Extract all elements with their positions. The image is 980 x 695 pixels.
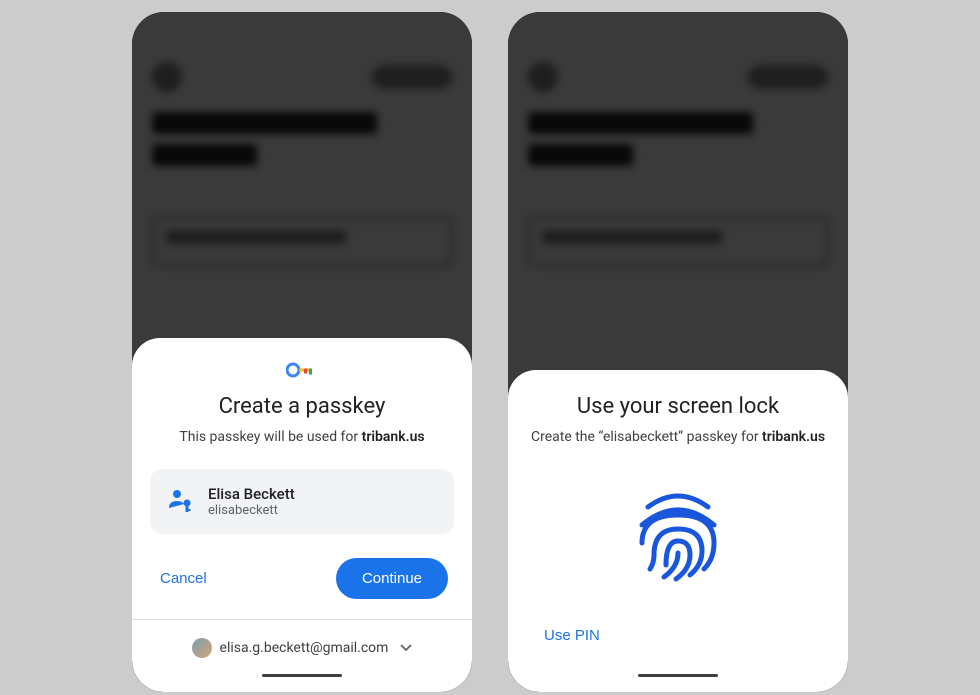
home-indicator xyxy=(638,674,718,677)
subtitle-prefix: Create the “elisabeckett” passkey for xyxy=(531,429,762,445)
passkey-logo-icon xyxy=(150,362,454,378)
screen-lock-sheet: Use your screen lock Create the “elisabe… xyxy=(508,370,848,692)
background-blurred-content xyxy=(152,32,452,266)
sheet-subtitle: Create the “elisabeckett” passkey for tr… xyxy=(526,429,830,445)
footer-account-selector[interactable]: elisa.g.beckett@gmail.com xyxy=(150,634,454,666)
sheet-title: Create a passkey xyxy=(150,394,454,419)
use-pin-row: Use PIN xyxy=(526,615,830,666)
passkey-account-icon xyxy=(166,486,194,518)
account-name: Elisa Beckett xyxy=(208,485,295,503)
cancel-button[interactable]: Cancel xyxy=(156,562,211,595)
footer-email: elisa.g.beckett@gmail.com xyxy=(220,640,389,656)
home-indicator xyxy=(262,674,342,677)
footer-divider xyxy=(132,619,472,620)
account-info: Elisa Beckett elisabeckett xyxy=(208,485,295,518)
continue-button[interactable]: Continue xyxy=(336,558,448,599)
sheet-title: Use your screen lock xyxy=(526,394,830,419)
subtitle-domain: tribank.us xyxy=(762,429,825,445)
account-card[interactable]: Elisa Beckett elisabeckett xyxy=(150,469,454,534)
subtitle-domain: tribank.us xyxy=(362,429,425,445)
chevron-down-icon xyxy=(400,640,412,656)
button-row: Cancel Continue xyxy=(150,558,454,599)
sheet-subtitle: This passkey will be used for tribank.us xyxy=(150,429,454,445)
subtitle-prefix: This passkey will be used for xyxy=(179,429,361,445)
avatar xyxy=(192,638,212,658)
background-blurred-content xyxy=(528,32,828,266)
passkey-create-sheet: Create a passkey This passkey will be us… xyxy=(132,338,472,692)
phone-right: Use your screen lock Create the “elisabe… xyxy=(508,12,848,692)
account-username: elisabeckett xyxy=(208,503,295,518)
fingerprint-icon[interactable] xyxy=(526,469,830,615)
use-pin-button[interactable]: Use PIN xyxy=(540,619,604,652)
phone-left: Create a passkey This passkey will be us… xyxy=(132,12,472,692)
